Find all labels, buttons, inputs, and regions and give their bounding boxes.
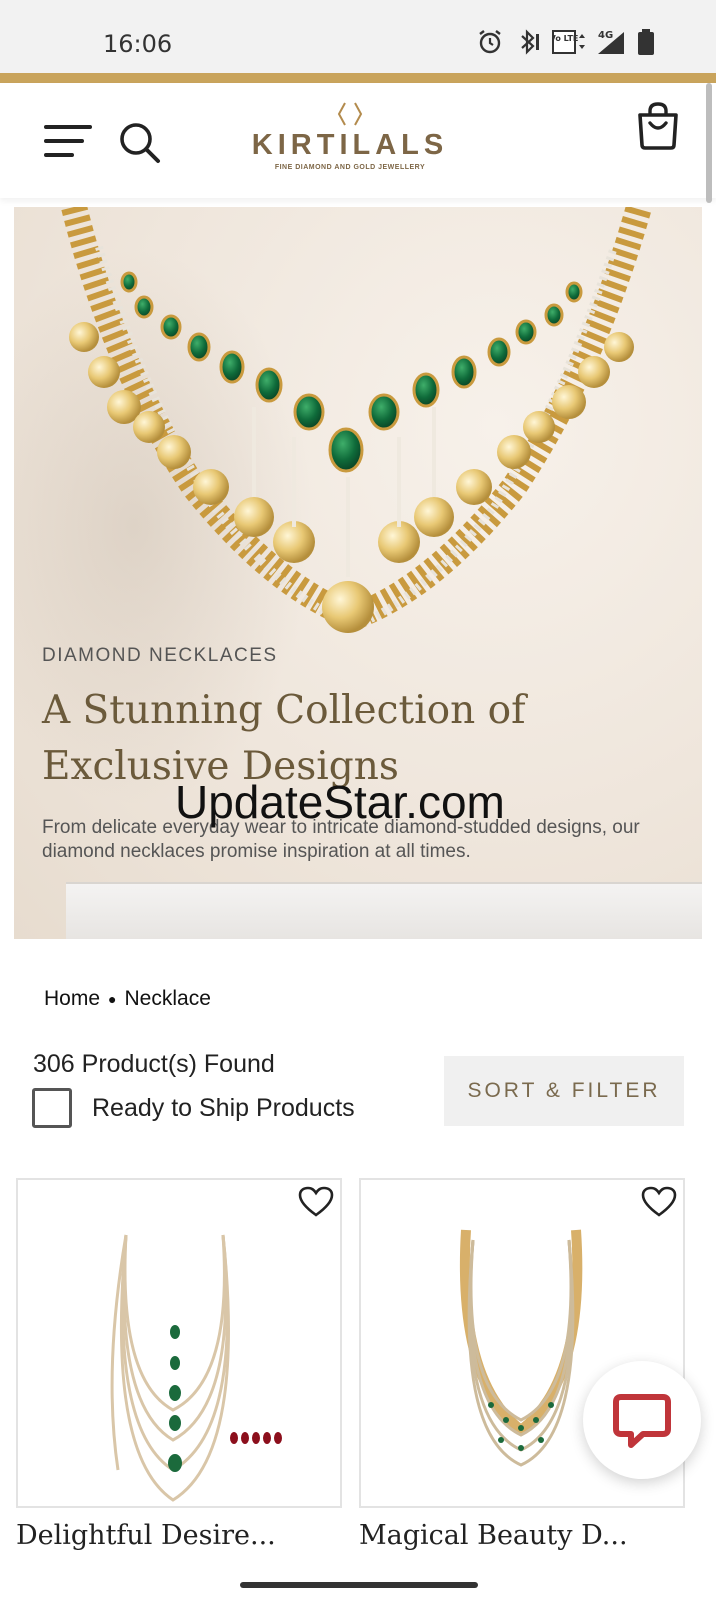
battery-icon — [636, 28, 656, 61]
wishlist-heart-icon[interactable] — [298, 1186, 334, 1218]
status-bar: 16:06 Vo LTE 4G — [0, 0, 716, 73]
watermark-text: UpdateStar.com — [175, 776, 505, 828]
product-card[interactable] — [16, 1178, 342, 1508]
breadcrumb-current[interactable]: Necklace — [125, 987, 211, 1011]
4g-signal-icon: 4G — [596, 28, 626, 61]
chat-button[interactable] — [583, 1361, 701, 1479]
status-time: 16:06 — [103, 30, 173, 58]
hero-banner[interactable]: DIAMOND NECKLACES A Stunning Collection … — [14, 207, 702, 939]
home-indicator[interactable] — [240, 1582, 478, 1588]
site-header: KIRTILALS FINE DIAMOND AND GOLD JEWELLER… — [0, 83, 716, 198]
product-image — [110, 1234, 282, 1502]
svg-text:Vo LTE: Vo LTE — [552, 34, 578, 43]
hamburger-menu-icon[interactable] — [44, 125, 92, 159]
breadcrumb-separator: ● — [108, 991, 117, 1007]
brand-tagline: FINE DIAMOND AND GOLD JEWELLERY — [274, 164, 426, 171]
brand-name: KIRTILALS — [251, 129, 449, 161]
breadcrumb-home[interactable]: Home — [44, 987, 100, 1011]
search-icon[interactable] — [118, 121, 162, 165]
product-count: 306 Product(s) Found — [33, 1050, 275, 1078]
marble-pedestal — [66, 882, 702, 939]
volte-icon: Vo LTE — [550, 28, 586, 61]
product-name[interactable]: Magical Beauty D... — [359, 1520, 628, 1551]
accent-line — [0, 73, 716, 83]
ready-to-ship-label: Ready to Ship Products — [92, 1093, 355, 1122]
diamond-logo-icon — [337, 102, 363, 126]
breadcrumb: Home ● Necklace — [44, 987, 211, 1011]
status-icons: Vo LTE 4G — [476, 28, 656, 61]
shopping-bag-icon[interactable] — [634, 101, 682, 151]
product-name[interactable]: Delightful Desire... — [16, 1520, 276, 1551]
chat-bubble-icon — [613, 1394, 671, 1448]
ready-to-ship-checkbox[interactable] — [32, 1088, 72, 1128]
sort-filter-button[interactable]: SORT & FILTER — [444, 1056, 684, 1126]
brand-logo[interactable]: KIRTILALS FINE DIAMOND AND GOLD JEWELLER… — [250, 99, 450, 181]
wishlist-heart-icon[interactable] — [641, 1186, 677, 1218]
banner-kicker: DIAMOND NECKLACES — [42, 645, 278, 666]
page-scrollbar[interactable] — [706, 83, 712, 203]
bluetooth-icon — [514, 28, 542, 61]
ready-to-ship-filter[interactable]: Ready to Ship Products — [32, 1088, 355, 1128]
svg-text:4G: 4G — [598, 30, 613, 41]
alarm-icon — [476, 28, 504, 61]
